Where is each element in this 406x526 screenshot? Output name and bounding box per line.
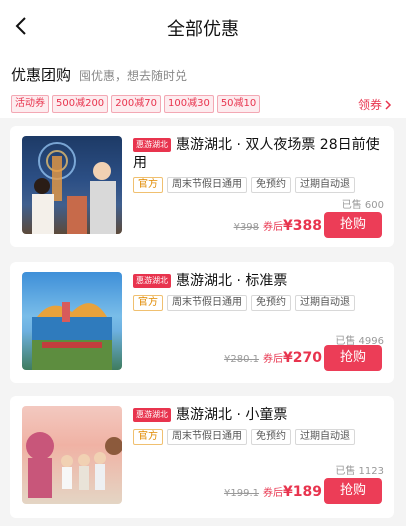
coupon-chip[interactable]: 50减10: [216, 95, 261, 113]
product-card[interactable]: 惠游湖北 惠游湖北 · 双人夜场票 28日前使用 官方 周末节假日通用 免预约 过…: [10, 126, 394, 247]
brand-badge: 惠游湖北: [133, 274, 171, 288]
coupon-label: 活动券: [11, 95, 49, 113]
buy-button[interactable]: 抢购: [324, 478, 382, 504]
original-price: ¥280.1: [224, 354, 260, 365]
section-subtitle: 囤优惠，想去随时兑: [79, 69, 188, 83]
buy-button[interactable]: 抢购: [324, 212, 382, 238]
tag: 过期自动退: [295, 295, 355, 311]
brand-badge: 惠游湖北: [133, 138, 171, 152]
section-header: 优惠团购 囤优惠，想去随时兑: [11, 64, 187, 85]
product-image-kids-bear: [22, 406, 122, 504]
tag: 免预约: [251, 177, 291, 193]
section-title: 优惠团购: [11, 66, 72, 84]
tag: 周末节假日通用: [167, 429, 247, 445]
product-tags: 官方 周末节假日通用 免预约 过期自动退: [133, 295, 384, 311]
coupon-row: 活动券 500减200 200减70 100减30 50减10: [11, 95, 261, 113]
coupon-chip[interactable]: 200减70: [111, 95, 161, 113]
chevron-right-icon: [385, 99, 392, 110]
page-title: 全部优惠: [167, 19, 239, 40]
product-image-park-castle: [22, 272, 122, 370]
product-card[interactable]: 惠游湖北 惠游湖北 · 标准票 官方 周末节假日通用 免预约 过期自动退 已售 4…: [10, 262, 394, 383]
final-price: ¥270: [283, 350, 322, 366]
product-info: 惠游湖北 惠游湖北 · 小童票 官方 周末节假日通用 免预约 过期自动退: [133, 406, 384, 445]
final-price: ¥189: [283, 484, 322, 500]
brand-badge: 惠游湖北: [133, 408, 171, 422]
after-coupon-label: 券后: [263, 222, 284, 233]
product-title: 惠游湖北 · 标准票: [176, 273, 288, 289]
original-price: ¥199.1: [224, 488, 260, 499]
product-name: 惠游湖北 惠游湖北 · 双人夜场票 28日前使用: [133, 136, 384, 172]
coupon-chip[interactable]: 500减200: [52, 95, 109, 113]
sold-count: 已售 600: [341, 200, 384, 211]
coupon-chip[interactable]: 100减30: [164, 95, 214, 113]
tag: 免预约: [251, 295, 291, 311]
top-bar: 全部优惠: [0, 0, 406, 54]
tag-official: 官方: [133, 429, 163, 445]
product-name: 惠游湖北 惠游湖北 · 标准票: [133, 272, 384, 290]
product-image-night-park: [22, 136, 122, 234]
price-row: ¥199.1 券后 ¥189: [224, 484, 322, 500]
final-price: ¥388: [283, 218, 322, 234]
after-coupon-label: 券后: [263, 354, 284, 365]
tag: 周末节假日通用: [167, 177, 247, 193]
tag: 过期自动退: [295, 177, 355, 193]
product-tags: 官方 周末节假日通用 免预约 过期自动退: [133, 429, 384, 445]
tag-official: 官方: [133, 295, 163, 311]
tag: 免预约: [251, 429, 291, 445]
after-coupon-label: 券后: [263, 488, 284, 499]
tag: 周末节假日通用: [167, 295, 247, 311]
get-coupon-label: 领券: [357, 98, 382, 112]
product-info: 惠游湖北 惠游湖北 · 标准票 官方 周末节假日通用 免预约 过期自动退: [133, 272, 384, 311]
get-coupon-link[interactable]: 领券: [358, 96, 394, 113]
tag-official: 官方: [133, 177, 163, 193]
price-row: ¥398 券后 ¥388: [234, 218, 322, 234]
product-tags: 官方 周末节假日通用 免预约 过期自动退: [133, 177, 384, 193]
product-card[interactable]: 惠游湖北 惠游湖北 · 小童票 官方 周末节假日通用 免预约 过期自动退 已售 1…: [10, 396, 394, 518]
price-row: ¥280.1 券后 ¥270: [224, 350, 322, 366]
original-price: ¥398: [233, 222, 260, 233]
tag: 过期自动退: [295, 429, 355, 445]
product-info: 惠游湖北 惠游湖北 · 双人夜场票 28日前使用 官方 周末节假日通用 免预约 过…: [133, 136, 384, 193]
product-name: 惠游湖北 惠游湖北 · 小童票: [133, 406, 384, 424]
sold-count: 已售 1123: [335, 466, 384, 477]
product-title: 惠游湖北 · 小童票: [176, 407, 288, 423]
buy-button[interactable]: 抢购: [324, 345, 382, 371]
